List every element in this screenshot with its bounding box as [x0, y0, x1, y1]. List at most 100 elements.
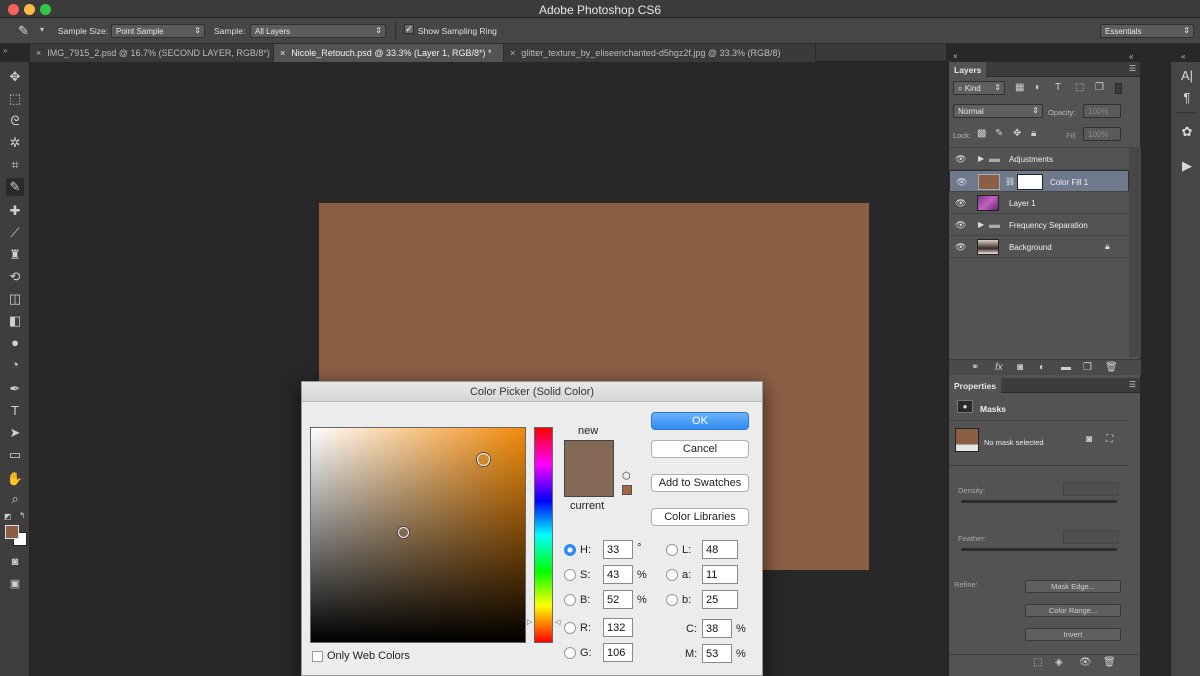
tab-img-7915[interactable]: × IMG_7915_2.psd @ 16.7% (SECOND LAYER, R… [30, 44, 274, 62]
sample-select[interactable]: All Layers ⇕ [250, 24, 386, 38]
m-field[interactable]: 53 [702, 644, 732, 663]
quick-mask-icon[interactable]: ◙ [6, 553, 24, 571]
density-slider[interactable] [961, 500, 1117, 503]
filter-pixel-icon[interactable]: ▦ [1015, 82, 1024, 93]
eyedropper-tool-preset-icon[interactable]: ✎ [18, 23, 29, 39]
b-field[interactable]: 52 [603, 590, 633, 609]
layers-panel-title[interactable]: Layers [949, 62, 987, 77]
color-libraries-button[interactable]: Color Libraries [651, 508, 749, 526]
eye-icon[interactable]: 👁︎ [956, 177, 967, 188]
load-selection-icon[interactable]: ⬚ [1033, 657, 1042, 668]
close-tab-icon[interactable]: × [510, 48, 515, 58]
expand-arrow-icon[interactable]: ▶ [978, 154, 984, 163]
delete-mask-icon[interactable]: 🗑︎ [1103, 657, 1116, 668]
current-color-swatch[interactable] [565, 468, 613, 496]
character-panel-icon[interactable]: A| [1179, 68, 1195, 84]
invert-button[interactable]: Invert [1025, 628, 1121, 641]
sample-size-select[interactable]: Point Sample ⇕ [111, 24, 205, 38]
layer-filter-kind-select[interactable]: ⌕ Kind ⇕ [953, 81, 1005, 95]
type-tool-icon[interactable]: T [6, 402, 24, 420]
properties-panel-title[interactable]: Properties [949, 378, 1002, 393]
r-field[interactable]: 132 [603, 618, 633, 637]
hue-slider-right-handle[interactable]: ◁ [555, 618, 560, 626]
rectangle-tool-icon[interactable]: ▭ [6, 446, 24, 464]
fx-icon[interactable]: fx [995, 362, 1003, 373]
trash-icon[interactable]: 🗑︎ [1105, 362, 1118, 373]
tab-nicole-retouch[interactable]: × Nicole_Retouch.psd @ 33.3% (Layer 1, RG… [274, 44, 504, 62]
add-to-swatches-button[interactable]: Add to Swatches [651, 474, 749, 492]
s-radio[interactable] [564, 569, 576, 581]
eye-icon[interactable]: 👁︎ [955, 198, 966, 209]
only-web-colors-checkbox[interactable] [312, 651, 323, 662]
layer-row-background[interactable]: 👁︎ Background 🔒︎ [949, 236, 1129, 258]
zoom-tool-icon[interactable]: ⌕ [6, 490, 24, 508]
pixel-mask-icon[interactable]: ◙ [1086, 434, 1092, 445]
feather-slider[interactable] [961, 548, 1117, 551]
workspace-select[interactable]: Essentials ⇕ [1100, 24, 1194, 38]
magic-wand-tool-icon[interactable]: ✲ [6, 134, 24, 152]
filter-smart-object-icon[interactable]: ❐ [1095, 82, 1104, 93]
filter-toggle[interactable] [1115, 83, 1122, 94]
chevron-down-icon[interactable]: ▾ [40, 25, 44, 34]
eye-icon[interactable]: 👁︎ [955, 154, 966, 165]
expand-panels-icon[interactable]: « [1181, 52, 1185, 61]
g-field[interactable]: 106 [603, 643, 633, 662]
layer-row-color-fill-1[interactable]: 👁︎ ⛓ Color Fill 1 [949, 170, 1129, 192]
pen-tool-icon[interactable]: ✒ [6, 380, 24, 398]
lock-image-icon[interactable]: ✎ [995, 128, 1003, 139]
path-selection-tool-icon[interactable]: ➤ [6, 424, 24, 442]
a-field[interactable]: 11 [702, 565, 738, 584]
h-field[interactable]: 33 [603, 540, 633, 559]
new-layer-icon[interactable]: ❐ [1083, 362, 1092, 373]
color-panel-icon[interactable]: ✿ [1179, 124, 1195, 140]
eraser-tool-icon[interactable]: ◫ [6, 290, 24, 308]
add-mask-icon[interactable]: ◙ [1017, 362, 1023, 373]
l-radio[interactable] [666, 544, 678, 556]
mask-thumbnail[interactable] [1017, 174, 1043, 190]
eyedropper-tool-icon[interactable]: ✎ [6, 178, 24, 196]
filter-adjustment-icon[interactable]: ◐ [1035, 82, 1041, 93]
h-radio[interactable] [564, 544, 576, 556]
saturation-brightness-field[interactable] [310, 427, 526, 643]
dodge-tool-icon[interactable]: ◔ [6, 356, 24, 374]
hue-slider-left-handle[interactable]: ▷ [527, 618, 532, 626]
r-radio[interactable] [564, 622, 576, 634]
close-tab-icon[interactable]: × [280, 48, 285, 58]
healing-brush-tool-icon[interactable]: ✚ [6, 202, 24, 220]
blend-mode-select[interactable]: Normal ⇕ [953, 104, 1043, 118]
screen-mode-icon[interactable]: ▣ [6, 575, 24, 593]
swap-colors-icon[interactable]: ↰ [19, 511, 26, 520]
color-range-button[interactable]: Color Range... [1025, 604, 1121, 617]
s-field[interactable]: 43 [603, 565, 633, 584]
paragraph-panel-icon[interactable]: ¶ [1179, 90, 1195, 106]
mask-edge-button[interactable]: Mask Edge... [1025, 580, 1121, 593]
brush-tool-icon[interactable]: ⟋ [6, 224, 24, 242]
panel-menu-icon[interactable]: ☰ [1129, 380, 1136, 389]
lab-b-radio[interactable] [666, 594, 678, 606]
eye-icon[interactable]: 👁︎ [955, 242, 966, 253]
hue-slider[interactable] [534, 427, 553, 643]
new-group-icon[interactable]: ▬ [1061, 362, 1071, 373]
adjustment-layer-icon[interactable]: ◐ [1039, 362, 1045, 373]
blur-tool-icon[interactable]: ● [6, 334, 24, 352]
a-radio[interactable] [666, 569, 678, 581]
hand-tool-icon[interactable]: ✋ [6, 470, 24, 488]
clone-stamp-tool-icon[interactable]: ♜ [6, 246, 24, 264]
default-colors-icon[interactable]: ◩ [4, 512, 12, 521]
lock-transparent-icon[interactable]: ▩ [977, 128, 986, 139]
gamut-swatch[interactable] [622, 485, 632, 495]
filter-type-icon[interactable]: T [1055, 82, 1061, 93]
history-brush-tool-icon[interactable]: ⟲ [6, 268, 24, 286]
apply-mask-icon[interactable]: ◈ [1055, 657, 1063, 668]
collapse-panel-icon[interactable]: « [1129, 52, 1133, 61]
move-tool-icon[interactable]: ✥ [6, 68, 24, 86]
fill-field[interactable]: 100% [1083, 127, 1121, 141]
opacity-field[interactable]: 100% [1083, 104, 1121, 118]
marquee-tool-icon[interactable]: ⬚ [6, 90, 24, 108]
feather-field[interactable] [1063, 530, 1119, 544]
foreground-color-swatch[interactable] [5, 525, 19, 539]
link-chain-icon[interactable]: ⛓ [1005, 177, 1015, 186]
cube-warning-icon[interactable]: ⬡ [622, 471, 631, 482]
close-panel-icon[interactable]: × [953, 52, 958, 61]
layers-scrollbar[interactable] [1129, 147, 1141, 357]
